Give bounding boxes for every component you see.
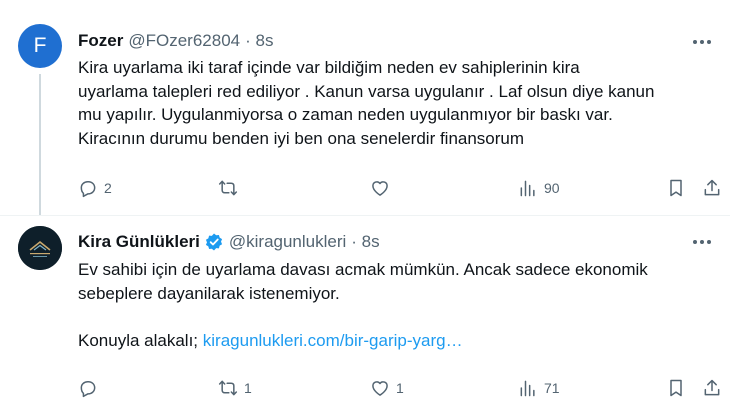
tweet-actions: 2 90	[78, 176, 720, 200]
avatar-letter: F	[33, 34, 47, 57]
reply-icon	[80, 381, 96, 398]
avatar[interactable]	[18, 226, 62, 270]
author-name[interactable]: Fozer	[78, 31, 123, 51]
link-prefix: Konuyla alakalı;	[78, 330, 199, 350]
tweet-header: Kira Günlükleri @kiragunlukleri · 8s	[78, 232, 380, 252]
tweet-actions: 1 1 71	[78, 376, 720, 400]
share-icon	[704, 179, 720, 196]
timestamp[interactable]: · 8s	[245, 31, 273, 51]
tweet-fozer[interactable]: F Fozer @FOzer62804 · 8s Kira uyarlama i…	[0, 0, 730, 216]
like-icon	[372, 381, 388, 396]
view-count: 71	[544, 380, 560, 396]
retweet-icon	[218, 380, 238, 396]
reply-button[interactable]	[78, 376, 104, 400]
reply-button[interactable]: 2	[78, 176, 112, 200]
views-icon	[520, 180, 535, 197]
author-name[interactable]: Kira Günlükleri	[78, 232, 200, 252]
tweet-header: Fozer @FOzer62804 · 8s	[78, 31, 273, 51]
verified-badge-icon[interactable]	[204, 232, 224, 252]
thread-line	[39, 74, 41, 216]
tweet-text-line: mu yapılır. Uygulanmiyorsa o zaman neden…	[78, 105, 613, 124]
more-icon[interactable]	[690, 232, 714, 252]
article-link[interactable]: kiragunlukleri.com/bir-garip-yarg…	[203, 331, 463, 350]
retweet-button[interactable]	[218, 176, 244, 200]
tweet-text: Ev sahibi için de uyarlama davası acmak …	[78, 258, 703, 352]
bookmark-icon	[670, 379, 682, 397]
share-button[interactable]	[702, 176, 722, 200]
bookmark-button[interactable]	[666, 376, 686, 400]
retweet-icon	[218, 180, 238, 196]
author-handle[interactable]: @FOzer62804	[128, 31, 240, 51]
bookmark-icon	[670, 179, 682, 197]
tweet-text-line: Konuyla alakalı; kiragunlukleri.com/bir-…	[78, 329, 703, 353]
bookmark-button[interactable]	[666, 176, 686, 200]
author-handle[interactable]: @kiragunlukleri	[229, 232, 346, 252]
tweet-text-line: Ev sahibi için de uyarlama davası acmak …	[78, 260, 648, 279]
logo-icon	[18, 226, 62, 270]
views-icon	[520, 380, 535, 397]
like-button[interactable]	[370, 176, 396, 200]
more-icon[interactable]	[690, 32, 714, 52]
avatar[interactable]: F	[18, 24, 62, 68]
tweet-text: Kira uyarlama iki taraf içinde var bildi…	[78, 56, 703, 150]
tweet-text-line: uyarlama talepleri red ediliyor . Kanun …	[78, 81, 655, 101]
views-button[interactable]: 71	[518, 376, 560, 400]
tweet-kira-gunlukleri[interactable]: Kira Günlükleri @kiragunlukleri · 8s Ev …	[0, 216, 730, 420]
like-count: 1	[396, 380, 404, 396]
tweet-text-line: Kira uyarlama iki taraf içinde var bildi…	[78, 58, 580, 77]
view-count: 90	[544, 180, 560, 196]
views-button[interactable]: 90	[518, 176, 560, 200]
tweet-text-line: Kiracının durumu benden iyi ben ona sene…	[78, 128, 525, 148]
like-button[interactable]: 1	[370, 376, 404, 400]
reply-count: 2	[104, 180, 112, 196]
reply-icon	[80, 181, 96, 198]
retweet-button[interactable]: 1	[218, 376, 252, 400]
timestamp[interactable]: · 8s	[351, 232, 379, 252]
share-icon	[704, 379, 720, 396]
retweet-count: 1	[244, 380, 252, 396]
share-button[interactable]	[702, 376, 722, 400]
like-icon	[372, 181, 388, 196]
tweet-text-line: sebeplere dayanilarak istenemiyor.	[78, 283, 340, 303]
